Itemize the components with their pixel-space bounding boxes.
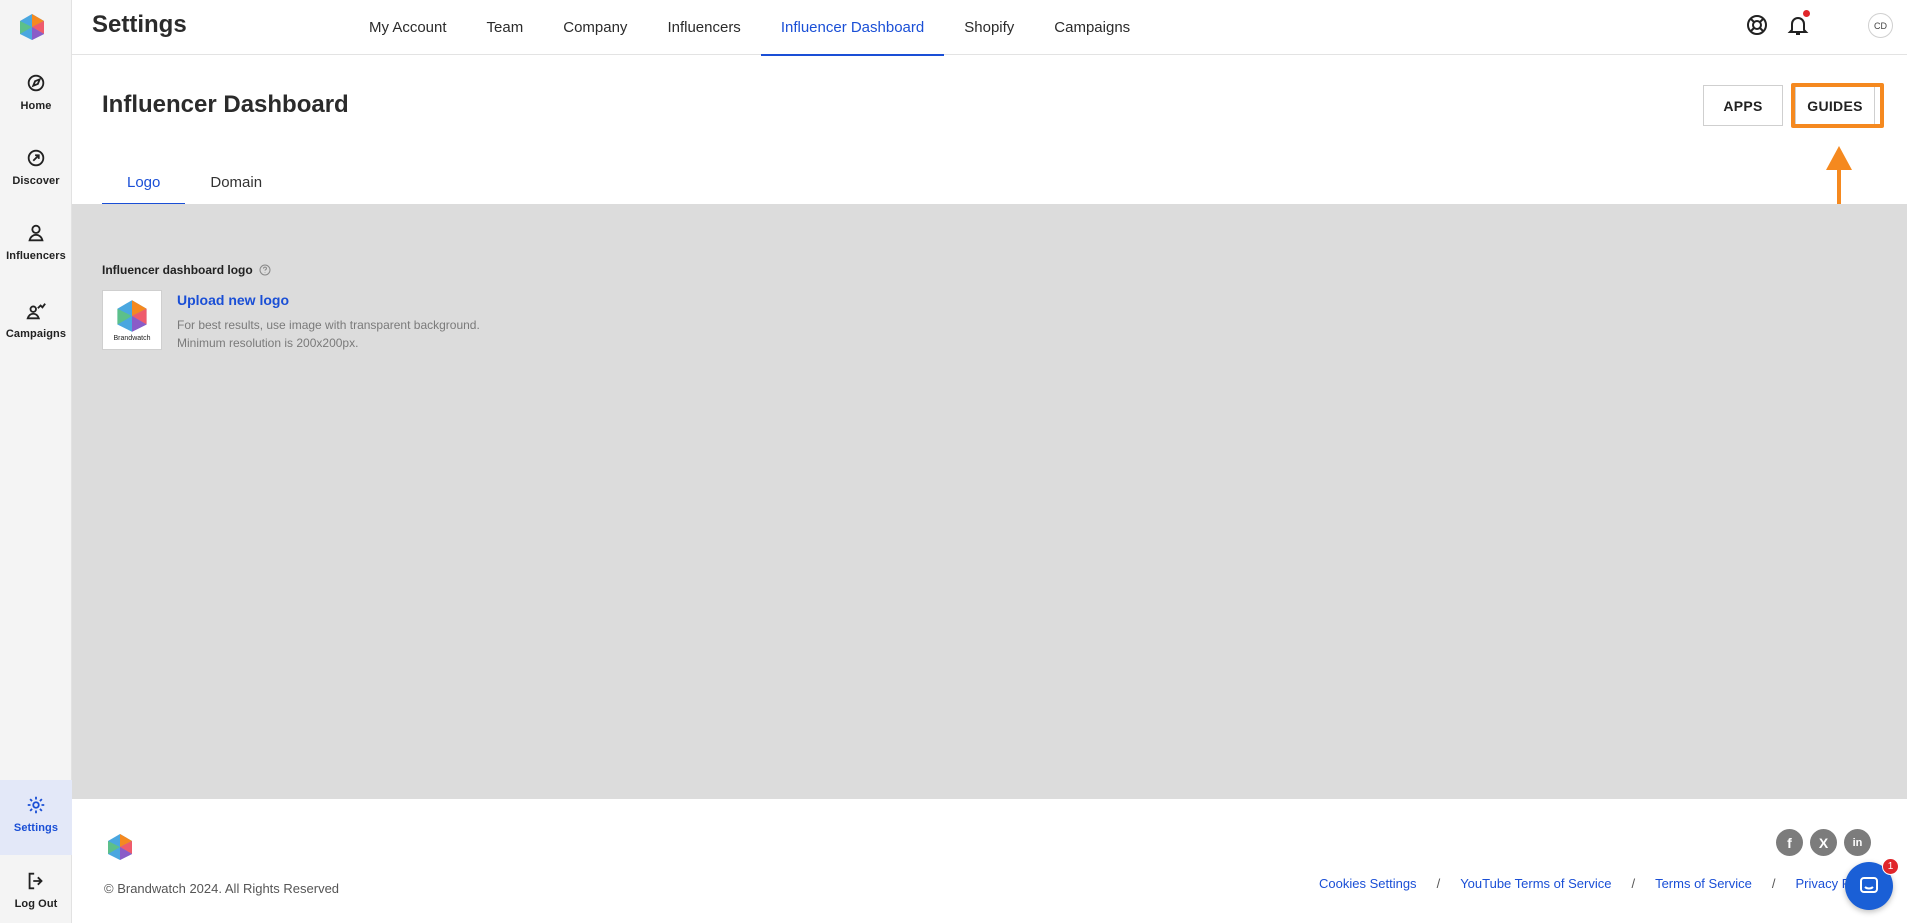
brandwatch-logo-icon xyxy=(108,834,132,860)
facebook-icon[interactable]: f xyxy=(1776,829,1803,856)
nav-team[interactable]: Team xyxy=(467,0,544,55)
footer: © Brandwatch 2024. All Rights Reserved f… xyxy=(72,799,1907,923)
upload-logo-link[interactable]: Upload new logo xyxy=(177,292,289,308)
app-title: Settings xyxy=(92,11,187,38)
gear-icon xyxy=(27,796,45,814)
logo-thumbnail: Brandwatch xyxy=(102,290,162,350)
sidebar-item-label: Log Out xyxy=(14,898,58,910)
linkedin-icon[interactable]: in xyxy=(1844,829,1871,856)
sidebar-item-influencers[interactable]: Influencers xyxy=(0,210,72,276)
cookies-settings-link[interactable]: Cookies Settings xyxy=(1319,876,1417,891)
logo-thumb-text: Brandwatch xyxy=(113,334,151,342)
logo-section-label-text: Influencer dashboard logo xyxy=(102,263,253,277)
sidebar-item-label: Discover xyxy=(12,175,60,187)
sub-tabs: Logo Domain xyxy=(102,160,287,205)
chat-badge: 1 xyxy=(1882,858,1899,875)
sidebar-item-discover[interactable]: Discover xyxy=(0,135,72,201)
chart-user-icon xyxy=(26,303,46,320)
copyright-text: © Brandwatch 2024. All Rights Reserved xyxy=(104,881,340,896)
logo-section-label: Influencer dashboard logo xyxy=(102,263,271,277)
nav-campaigns[interactable]: Campaigns xyxy=(1034,0,1150,55)
apps-button[interactable]: APPS xyxy=(1703,85,1783,126)
brandwatch-logo-icon xyxy=(117,299,147,332)
chat-launcher-button[interactable]: 1 xyxy=(1845,858,1899,910)
youtube-terms-link[interactable]: YouTube Terms of Service xyxy=(1460,876,1611,891)
sidebar: Home Discover Influencers Campaigns Sett… xyxy=(0,0,72,923)
sidebar-item-logout[interactable]: Log Out xyxy=(0,866,72,923)
sidebar-item-label: Settings xyxy=(13,822,59,834)
sidebar-item-label: Influencers xyxy=(6,250,66,262)
link-separator: / xyxy=(1771,876,1776,891)
top-bar: Settings My Account Team Company Influen… xyxy=(72,0,1907,56)
sidebar-item-label: Campaigns xyxy=(5,328,67,340)
logout-icon xyxy=(28,872,43,890)
discover-icon xyxy=(27,149,45,167)
compass-icon xyxy=(27,74,45,92)
terms-of-service-link[interactable]: Terms of Service xyxy=(1655,876,1752,891)
notification-bell[interactable] xyxy=(1786,10,1810,37)
sidebar-item-campaigns[interactable]: Campaigns xyxy=(0,288,72,354)
privacy-policy-link[interactable]: Privacy P xyxy=(1796,876,1851,891)
tab-logo[interactable]: Logo xyxy=(102,160,186,205)
x-twitter-icon[interactable]: X xyxy=(1810,829,1837,856)
user-icon xyxy=(28,224,44,242)
guides-button[interactable]: GUIDES xyxy=(1795,85,1875,126)
nav-company[interactable]: Company xyxy=(543,0,647,55)
help-lifebuoy-icon[interactable] xyxy=(1745,13,1769,37)
sidebar-item-home[interactable]: Home xyxy=(0,60,72,126)
content-area: Influencer dashboard logo Brandwatch Upl… xyxy=(72,204,1907,799)
notification-dot xyxy=(1803,10,1810,17)
nav-influencers[interactable]: Influencers xyxy=(647,0,760,55)
top-nav: My Account Team Company Influencers Infl… xyxy=(349,0,1150,56)
link-separator: / xyxy=(1436,876,1441,891)
avatar[interactable]: CD xyxy=(1868,13,1893,38)
upload-hint-line2: Minimum resolution is 200x200px. xyxy=(177,336,359,350)
link-separator: / xyxy=(1631,876,1636,891)
chat-icon xyxy=(1860,877,1878,893)
sidebar-item-label: Home xyxy=(20,100,52,112)
page-title: Influencer Dashboard xyxy=(102,91,349,118)
nav-my-account[interactable]: My Account xyxy=(349,0,467,55)
tab-domain[interactable]: Domain xyxy=(185,160,287,204)
help-circle-icon[interactable] xyxy=(259,264,271,276)
sidebar-item-settings[interactable]: Settings xyxy=(0,780,72,855)
footer-links: Cookies Settings / YouTube Terms of Serv… xyxy=(1319,876,1850,891)
nav-influencer-dashboard[interactable]: Influencer Dashboard xyxy=(760,0,945,56)
nav-shopify[interactable]: Shopify xyxy=(944,0,1034,55)
upload-hint-line1: For best results, use image with transpa… xyxy=(177,318,480,332)
brandwatch-logo-icon[interactable] xyxy=(19,13,45,41)
